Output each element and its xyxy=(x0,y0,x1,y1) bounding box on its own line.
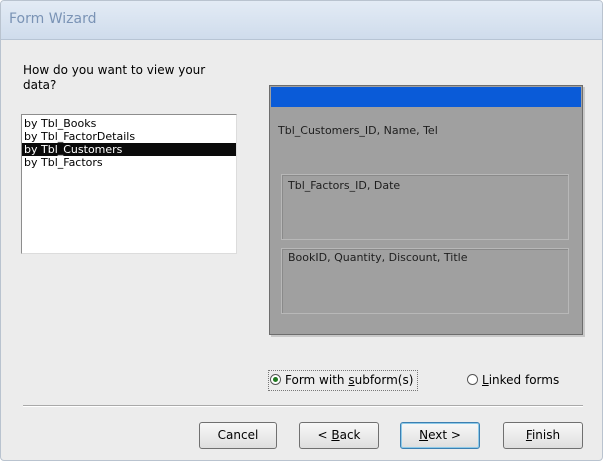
list-item-selected[interactable]: by Tbl_Customers xyxy=(22,143,236,156)
question-label: How do you want to view your data? xyxy=(23,63,206,92)
linked-option-label: Linked forms xyxy=(482,373,560,387)
preview-subform-1-fields: Tbl_Factors_ID, Date xyxy=(288,179,401,192)
preview-subform-2-fields: BookID, Quantity, Discount, Title xyxy=(288,251,468,264)
list-item[interactable]: by Tbl_Factors xyxy=(22,156,236,169)
linked-forms-radio[interactable]: Linked forms xyxy=(467,373,559,389)
back-button[interactable]: < Back xyxy=(299,422,379,449)
view-by-listbox[interactable]: by Tbl_Books by Tbl_FactorDetails by Tbl… xyxy=(21,114,237,254)
form-preview: Tbl_Customers_ID, Name, Tel Tbl_Factors_… xyxy=(269,85,583,335)
preview-subform-1: Tbl_Factors_ID, Date xyxy=(281,174,569,240)
next-button[interactable]: Next > xyxy=(400,422,480,449)
radio-selected-icon xyxy=(270,374,281,385)
list-item[interactable]: by Tbl_Books xyxy=(22,117,236,130)
title-bar: Form Wizard xyxy=(1,1,602,40)
list-item[interactable]: by Tbl_FactorDetails xyxy=(22,130,236,143)
cancel-button[interactable]: Cancel xyxy=(199,422,277,449)
finish-button[interactable]: Finish xyxy=(503,422,583,449)
radio-empty-icon xyxy=(467,374,478,385)
window-title: Form Wizard xyxy=(9,11,97,27)
form-with-subforms-radio[interactable]: Form with subform(s) xyxy=(270,373,413,389)
form-wizard-dialog: Form Wizard How do you want to view your… xyxy=(0,0,603,461)
preview-main-fields: Tbl_Customers_ID, Name, Tel xyxy=(278,124,438,137)
preview-subform-2: BookID, Quantity, Discount, Title xyxy=(281,248,569,314)
subform-option-label: Form with subform(s) xyxy=(285,373,414,387)
separator-line xyxy=(23,405,583,407)
preview-header-bar xyxy=(271,87,581,107)
